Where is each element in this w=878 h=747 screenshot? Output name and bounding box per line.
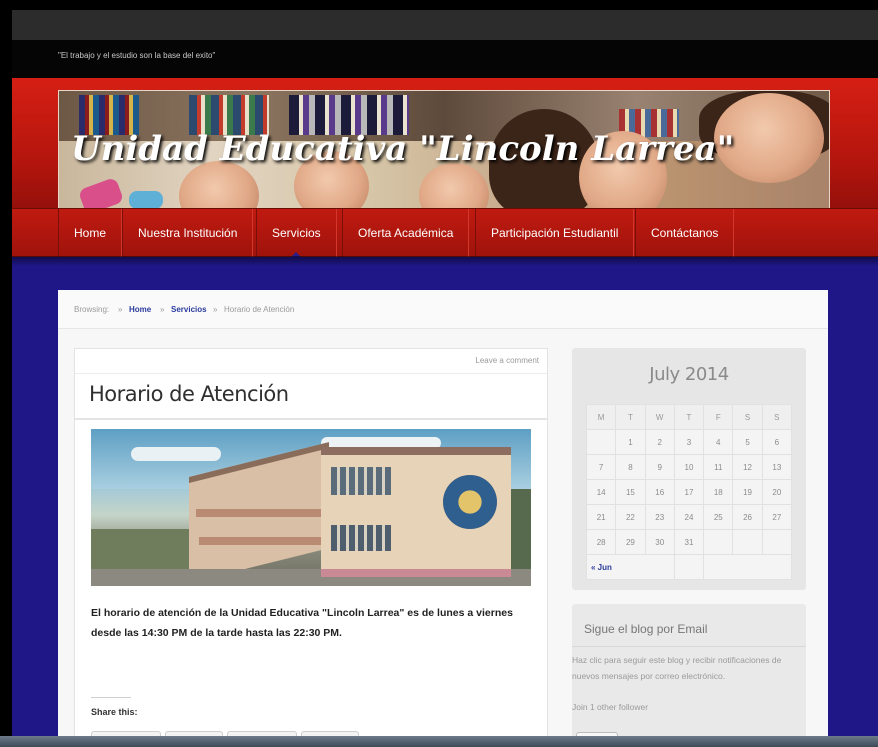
- nav-servicios-label: Servicios: [272, 226, 321, 240]
- breadcrumb: Browsing: » Home » Servicios » Horario d…: [58, 290, 828, 329]
- breadcrumb-prefix: Browsing:: [74, 305, 110, 314]
- notebook-graphic: [129, 191, 163, 209]
- nav-participacion-estudiantil[interactable]: Participación Estudiantil: [475, 209, 635, 257]
- content-card: Browsing: » Home » Servicios » Horario d…: [58, 290, 828, 747]
- calendar-day: 26: [732, 504, 763, 530]
- breadcrumb-separator: »: [160, 305, 165, 314]
- calendar-day: 23: [644, 504, 675, 530]
- weekday-header: M: [585, 404, 617, 430]
- calendar-table: M T W T F S S 1 2 3 4 5 6 7 8 9 10 11 12…: [585, 404, 793, 580]
- calendar-nav-row: « Jun: [586, 554, 792, 580]
- calendar-day: 7: [585, 454, 617, 480]
- browser-viewport: "El trabajo y el estudio son la base del…: [12, 10, 878, 747]
- calendar-widget: July 2014 M T W T F S S 1 2 3 4 5 6 7 8 …: [572, 348, 806, 590]
- nav-oferta-academica[interactable]: Oferta Académica: [342, 209, 470, 257]
- calendar-day: 27: [761, 504, 793, 530]
- weekday-header: W: [644, 404, 675, 430]
- calendar-day: 24: [673, 504, 705, 530]
- breadcrumb-current: Horario de Atención: [224, 305, 295, 314]
- admin-bar: [12, 10, 878, 40]
- os-taskbar: [0, 736, 878, 747]
- header-banner[interactable]: Unidad Educativa "Lincoln Larrea": [58, 90, 830, 214]
- calendar-day: 31: [673, 529, 705, 555]
- post-body: El horario de atención de la Unidad Educ…: [91, 607, 513, 639]
- calendar-week-row: 1 2 3 4 5 6: [585, 429, 793, 455]
- calendar-day: 10: [673, 454, 705, 480]
- site-header: Unidad Educativa "Lincoln Larrea": [12, 78, 878, 218]
- calendar-day: 3: [673, 429, 705, 455]
- breadcrumb-separator: »: [213, 305, 218, 314]
- calendar-prev-month-link[interactable]: « Jun: [586, 554, 675, 580]
- weekday-header: F: [703, 404, 734, 430]
- calendar-day: 14: [585, 479, 617, 505]
- calendar-day: 16: [644, 479, 675, 505]
- leave-comment-link[interactable]: Leave a comment: [475, 356, 539, 365]
- breadcrumb-home-link[interactable]: Home: [129, 305, 151, 314]
- post-title[interactable]: Horario de Atención: [89, 382, 289, 406]
- school-building-photo: [91, 429, 531, 586]
- weekday-header: S: [761, 404, 793, 430]
- nav-shadow: [12, 256, 878, 266]
- student-face-graphic: [419, 163, 489, 213]
- calendar-week-row: 21 22 23 24 25 26 27: [585, 504, 793, 530]
- post-article: Leave a comment Horario de Atención El h…: [74, 348, 548, 747]
- calendar-day: [585, 429, 617, 455]
- calendar-next-month-empty: [703, 554, 792, 580]
- calendar-day: 12: [732, 454, 763, 480]
- nav-contactanos[interactable]: Contáctanos: [635, 209, 735, 257]
- calendar-week-row: 28 29 30 31: [585, 529, 793, 555]
- site-title[interactable]: Unidad Educativa "Lincoln Larrea": [71, 129, 734, 169]
- weekday-header: T: [615, 404, 646, 430]
- nav-nuestra-institucion[interactable]: Nuestra Institución: [122, 209, 254, 257]
- calendar-day: 4: [703, 429, 734, 455]
- calendar-day: 9: [644, 454, 675, 480]
- weekday-header: T: [673, 404, 705, 430]
- breadcrumb-servicios-link[interactable]: Servicios: [171, 305, 207, 314]
- calendar-day: 17: [673, 479, 705, 505]
- calendar-day: 25: [703, 504, 734, 530]
- nav-servicios[interactable]: Servicios: [256, 209, 337, 257]
- calendar-day: 30: [644, 529, 675, 555]
- calendar-day: 29: [615, 529, 646, 555]
- calendar-day: 28: [585, 529, 617, 555]
- calendar-day: 15: [615, 479, 646, 505]
- calendar-day: 22: [615, 504, 646, 530]
- nav-home[interactable]: Home: [58, 209, 123, 257]
- follow-count: Join 1 other follower: [572, 702, 649, 712]
- calendar-day: [703, 529, 734, 555]
- calendar-day: 8: [615, 454, 646, 480]
- calendar-day: 19: [732, 479, 763, 505]
- calendar-day: [732, 529, 763, 555]
- sidebar: July 2014 M T W T F S S 1 2 3 4 5 6 7 8 …: [568, 348, 810, 747]
- follow-description: Haz clic para seguir este blog y recibir…: [572, 655, 782, 681]
- calendar-day: 11: [703, 454, 734, 480]
- share-divider: [91, 697, 131, 698]
- calendar-day: 6: [761, 429, 793, 455]
- calendar-day: 18: [703, 479, 734, 505]
- calendar-day: 13: [761, 454, 793, 480]
- breadcrumb-separator: »: [118, 305, 123, 314]
- tagline-bar: "El trabajo y el estudio son la base del…: [12, 40, 878, 78]
- calendar-day: 20: [761, 479, 793, 505]
- calendar-day: 2: [644, 429, 675, 455]
- calendar-day: 1: [615, 429, 646, 455]
- main-nav: Home Nuestra Institución Servicios Ofert…: [12, 208, 878, 257]
- calendar-week-row: 14 15 16 17 18 19 20: [585, 479, 793, 505]
- calendar-week-row: 7 8 9 10 11 12 13: [585, 454, 793, 480]
- site-tagline: "El trabajo y el estudio son la base del…: [58, 51, 216, 60]
- weekday-header: S: [732, 404, 763, 430]
- screenshot-frame: "El trabajo y el estudio son la base del…: [0, 0, 878, 747]
- calendar-day: [761, 529, 793, 555]
- calendar-title: July 2014: [649, 364, 729, 385]
- follow-divider: [572, 646, 806, 647]
- calendar-nav-spacer: [673, 554, 705, 580]
- share-label: Share this:: [91, 707, 138, 717]
- calendar-weekday-row: M T W T F S S: [585, 404, 793, 430]
- follow-blog-widget: Sigue el blog por Email Haz clic para se…: [572, 604, 806, 747]
- calendar-day: 5: [732, 429, 763, 455]
- calendar-day: 21: [585, 504, 617, 530]
- post-header: Horario de Atención: [75, 373, 547, 420]
- follow-widget-title: Sigue el blog por Email: [584, 622, 708, 636]
